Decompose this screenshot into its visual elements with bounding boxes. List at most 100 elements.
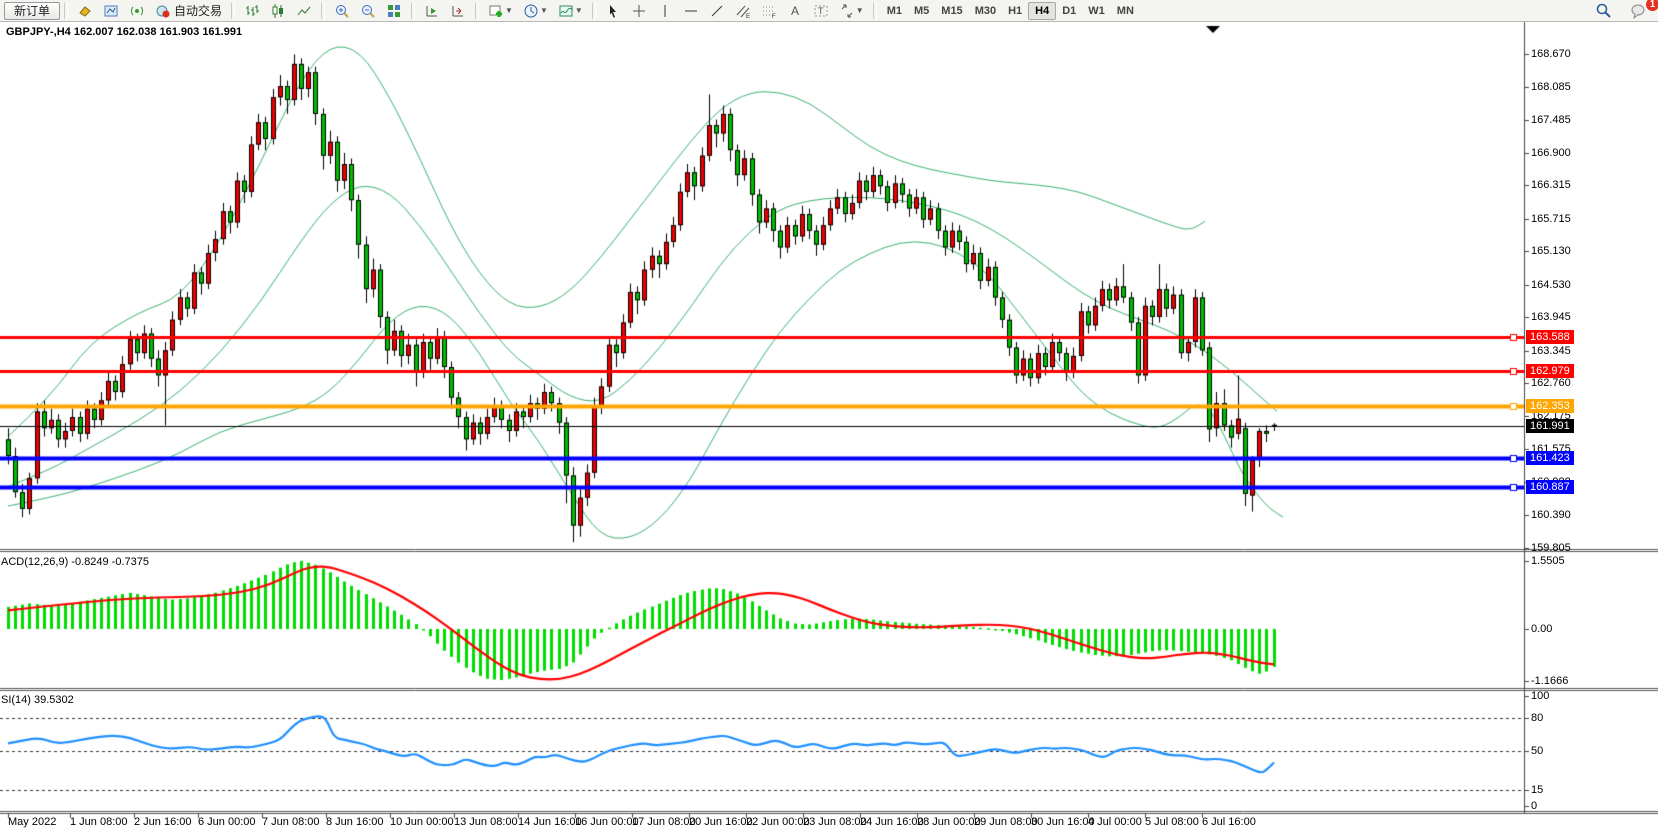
templates-icon[interactable]: ▼ (553, 2, 588, 19)
zoom-out-icon[interactable] (355, 2, 381, 19)
time-axis-label: 10 Jun 00:00 (390, 816, 454, 828)
timeframe-button-mn[interactable]: MN (1111, 3, 1140, 19)
time-axis-label: 22 Jun 00:00 (746, 816, 810, 828)
toolbar-separator (321, 3, 325, 19)
price-axis-label: 165.715 (1531, 213, 1571, 225)
time-axis-label: 29 Jun 08:00 (974, 816, 1038, 828)
timeframe-button-m1[interactable]: M1 (881, 3, 908, 19)
toolbar-separator (873, 3, 877, 19)
price-axis-label: 163.945 (1531, 311, 1571, 323)
text-label-tool-icon[interactable]: T (808, 2, 834, 19)
trading-terminal: 新订单 自动交易 ▼ (0, 0, 1658, 828)
time-axis-label: 24 Jun 16:00 (860, 816, 924, 828)
price-axis-label: 167.485 (1531, 114, 1571, 126)
time-axis-label: 4 Jul 00:00 (1088, 816, 1142, 828)
vertical-line-tool-icon[interactable] (652, 2, 678, 19)
price-line-badge: 162.353 (1526, 399, 1574, 413)
line-chart-type-icon[interactable] (291, 2, 317, 19)
candlestick-chart-type-icon[interactable] (265, 2, 291, 19)
auto-scroll-icon[interactable] (419, 2, 445, 19)
new-order-button[interactable]: 新订单 (4, 2, 60, 20)
rsi-axis-label: 15 (1531, 784, 1543, 796)
new-chart-icon[interactable]: ▼ (483, 2, 518, 19)
auto-trading-button[interactable]: 自动交易 (150, 2, 227, 19)
fibonacci-tool-icon[interactable]: F (756, 2, 782, 19)
current-price-badge: 161.991 (1526, 419, 1574, 433)
time-axis-label: 6 Jul 16:00 (1202, 816, 1256, 828)
period-clock-icon[interactable]: ▼ (518, 2, 553, 19)
price-line-badge: 163.588 (1526, 330, 1574, 344)
timeframe-button-w1[interactable]: W1 (1082, 3, 1111, 19)
time-axis-label: 16 Jun 00:00 (575, 816, 639, 828)
timeframe-button-m5[interactable]: M5 (908, 3, 935, 19)
timeframe-button-m15[interactable]: M15 (935, 3, 968, 19)
time-axis-label: 2 Jun 16:00 (134, 816, 192, 828)
price-axis-label: 166.315 (1531, 179, 1571, 191)
price-line-badge: 162.979 (1526, 364, 1574, 378)
timeframe-group: M1M5M15M30H1H4D1W1MN (881, 0, 1140, 21)
channel-tool-icon[interactable]: E (730, 2, 756, 19)
horizontal-line-tool-icon[interactable] (678, 2, 704, 19)
price-axis-label: 168.085 (1531, 81, 1571, 93)
price-line-badge: 160.887 (1526, 480, 1574, 494)
signal-icon[interactable] (124, 2, 150, 19)
chart-window-icon[interactable] (98, 2, 124, 19)
price-axis-label: 159.805 (1531, 542, 1571, 554)
price-axis-label: 168.670 (1531, 48, 1571, 60)
chart-shift-icon[interactable] (445, 2, 471, 19)
trendline-tool-icon[interactable] (704, 2, 730, 19)
toolbar-separator (64, 3, 68, 19)
tile-windows-icon[interactable] (381, 2, 407, 19)
svg-text:A: A (791, 4, 799, 18)
text-tool-icon[interactable]: A (782, 2, 808, 19)
price-axis-label: 166.900 (1531, 147, 1571, 159)
time-axis-label: 14 Jun 16:00 (518, 816, 582, 828)
svg-text:F: F (772, 14, 776, 19)
time-axis-label: 23 Jun 08:00 (803, 816, 867, 828)
rsi-axis-label: 0 (1531, 800, 1537, 812)
search-icon[interactable] (1590, 2, 1617, 19)
time-axis-label: 6 Jun 00:00 (198, 816, 256, 828)
price-line-badge: 161.423 (1526, 451, 1574, 465)
macd-axis-label: -1.1666 (1531, 675, 1568, 687)
macd-indicator-label: ACD(12,26,9) -0.8249 -0.7375 (1, 556, 149, 568)
notifications-icon[interactable]: 1 (1625, 2, 1652, 19)
price-axis-label: 164.530 (1531, 279, 1571, 291)
time-axis-label: 13 Jun 08:00 (454, 816, 518, 828)
macd-axis-label: 1.5505 (1531, 555, 1565, 567)
time-axis-label: 8 Jun 16:00 (326, 816, 384, 828)
svg-text:E: E (746, 14, 750, 19)
time-axis-label: 5 Jul 08:00 (1145, 816, 1199, 828)
toolbar-separator (411, 3, 415, 19)
market-watch-icon[interactable] (72, 2, 98, 19)
arrows-tool-icon[interactable]: ▼ (834, 2, 869, 19)
time-axis-label: 7 Jun 08:00 (262, 816, 320, 828)
time-axis-label: 1 Jun 08:00 (70, 816, 128, 828)
time-axis-label: 20 Jun 16:00 (689, 816, 753, 828)
rsi-axis-label: 50 (1531, 745, 1543, 757)
cursor-tool-icon[interactable] (600, 2, 626, 19)
chart-canvas[interactable] (0, 0, 1658, 828)
timeframe-button-m30[interactable]: M30 (969, 3, 1002, 19)
time-axis-label: 30 Jun 16:00 (1031, 816, 1095, 828)
timeframe-button-h1[interactable]: H1 (1002, 3, 1028, 19)
svg-text:T: T (818, 6, 824, 16)
rsi-indicator-label: SI(14) 39.5302 (1, 694, 74, 706)
timeframe-button-d1[interactable]: D1 (1056, 3, 1082, 19)
crosshair-tool-icon[interactable] (626, 2, 652, 19)
time-axis-label: 28 Jun 00:00 (917, 816, 981, 828)
toolbar-separator (592, 3, 596, 19)
bar-chart-type-icon[interactable] (239, 2, 265, 19)
notification-count-badge: 1 (1646, 0, 1658, 11)
toolbar-separator (475, 3, 479, 19)
rsi-axis-label: 100 (1531, 690, 1549, 702)
new-order-label: 新订单 (14, 2, 50, 19)
price-axis-label: 165.130 (1531, 245, 1571, 257)
time-axis-label: 17 Jun 08:00 (632, 816, 696, 828)
timeframe-button-h4[interactable]: H4 (1028, 2, 1056, 20)
zoom-in-icon[interactable] (329, 2, 355, 19)
macd-axis-label: 0.00 (1531, 623, 1552, 635)
price-axis-label: 163.345 (1531, 345, 1571, 357)
price-axis-label: 160.390 (1531, 509, 1571, 521)
rsi-axis-label: 80 (1531, 712, 1543, 724)
